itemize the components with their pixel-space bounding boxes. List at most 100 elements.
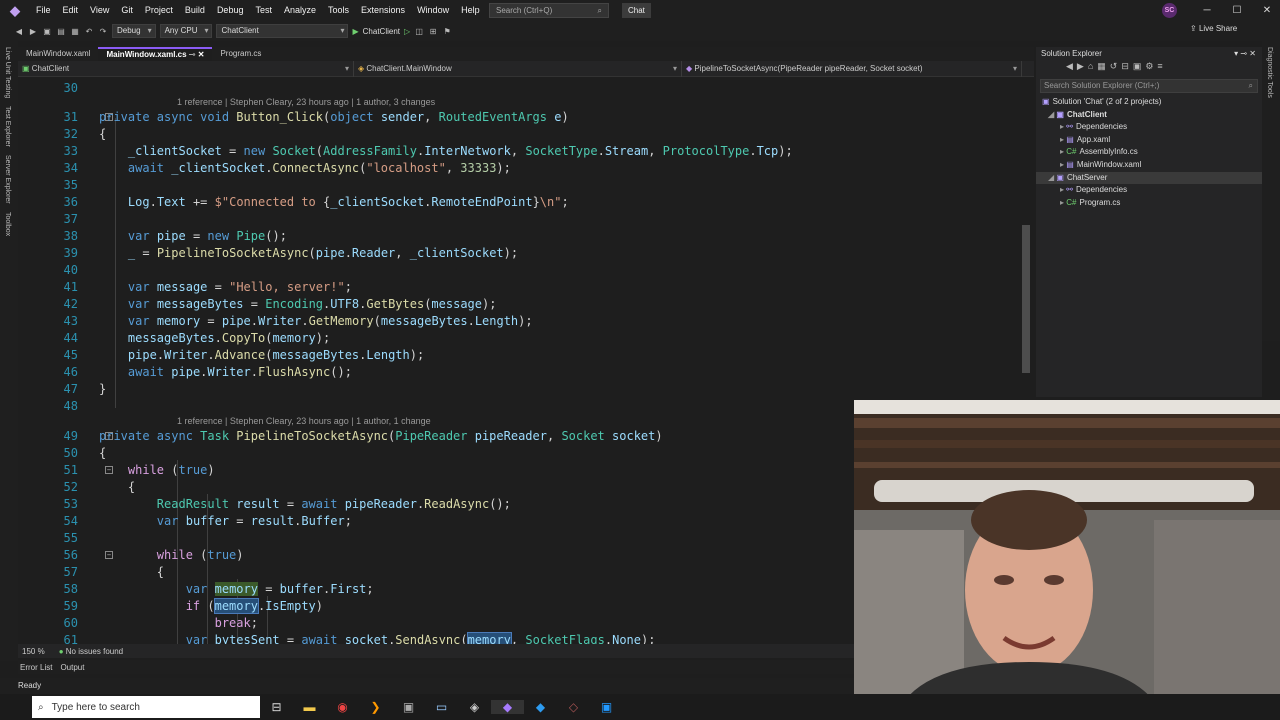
toolbar-icon[interactable]: ⊞ bbox=[428, 27, 438, 36]
tree-node-mainwindow-xaml[interactable]: ▸ ▤ MainWindow.xaml bbox=[1036, 159, 1262, 172]
tab-mainwindow-xaml-cs[interactable]: MainWindow.xaml.cs ⊸ ✕ bbox=[98, 47, 213, 61]
node-label: ChatServer bbox=[1066, 172, 1108, 182]
menu-item-window[interactable]: Window bbox=[411, 0, 455, 21]
menu-item-test[interactable]: Test bbox=[249, 0, 278, 21]
menu-item-build[interactable]: Build bbox=[179, 0, 211, 21]
member-dropdown[interactable]: ◆ PipelineToSocketAsync(PipeReader pipeR… bbox=[682, 61, 1022, 77]
code-line-31: 31− private async void Button_Click(objec… bbox=[63, 110, 569, 124]
tab-error-list[interactable]: Error List bbox=[20, 663, 52, 672]
back-icon[interactable]: ◀ bbox=[14, 27, 24, 36]
tab-mainwindow-xaml[interactable]: MainWindow.xaml bbox=[18, 47, 98, 61]
code-line-33: 33 _clientSocket = new Socket(AddressFam… bbox=[63, 144, 793, 158]
new-item-icon[interactable]: ▣ bbox=[42, 27, 52, 36]
minimize-icon[interactable]: ─ bbox=[1192, 0, 1222, 21]
status-ready: Ready bbox=[0, 678, 854, 694]
save-icon[interactable]: ▦ bbox=[70, 27, 80, 36]
app-icon[interactable]: ❯ bbox=[359, 700, 392, 714]
search-icon: ⌕ bbox=[38, 701, 44, 713]
tree-node-chatclient[interactable]: ◢ ▣ ChatClient bbox=[1036, 109, 1262, 122]
tool-tab-live-unit-testing[interactable]: Live Unit Testing bbox=[4, 47, 11, 98]
avatar[interactable]: SC bbox=[1162, 3, 1177, 18]
solution-explorer-toolbar[interactable]: ◀▶⌂▦↺⊟▣⚙≡ bbox=[1036, 61, 1262, 77]
startup-project-select[interactable]: ChatClient bbox=[216, 24, 349, 38]
zoom-level[interactable]: 150 % bbox=[22, 647, 45, 656]
tool-tab-server-explorer[interactable]: Server Explorer bbox=[4, 155, 11, 204]
menu-item-project[interactable]: Project bbox=[139, 0, 179, 21]
remote-desktop-icon[interactable]: ▣ bbox=[590, 700, 623, 714]
tool-tab-toolbox[interactable]: Toolbox bbox=[4, 212, 11, 236]
tree-node-app-xaml[interactable]: ▸ ▤ App.xaml bbox=[1036, 134, 1262, 147]
tree-node-program-cs[interactable]: ▸ C# Program.cs bbox=[1036, 197, 1262, 210]
play-icon[interactable]: ▶ bbox=[352, 27, 358, 36]
platform-select[interactable]: Any CPU bbox=[159, 24, 213, 38]
webcam-overlay bbox=[854, 400, 1280, 720]
code-line-42: 42 var messageBytes = Encoding.UTF8.GetB… bbox=[63, 297, 497, 311]
live-share-button[interactable]: ⇪ Live Share bbox=[1190, 24, 1237, 33]
bookmark-icon[interactable]: ⚑ bbox=[442, 27, 452, 36]
type-dropdown[interactable]: ◈ ChatClient.MainWindow bbox=[354, 61, 682, 77]
app-icon[interactable]: ◇ bbox=[557, 700, 590, 714]
tab-output[interactable]: Output bbox=[60, 663, 84, 672]
terminal-icon[interactable]: ▭ bbox=[425, 700, 458, 714]
tree-node-solution[interactable]: ▣ Solution 'Chat' (2 of 2 projects) bbox=[1036, 96, 1262, 109]
search-input[interactable]: Search (Ctrl+Q) ⌕ bbox=[489, 3, 609, 18]
tab-program-cs[interactable]: Program.cs bbox=[212, 47, 269, 61]
panel-close-icon[interactable]: ▾ ⊸ ✕ bbox=[1234, 47, 1256, 61]
windows-taskbar: ⌕ Type here to search ⊟ ▬ ◉ ❯ ▣ ▭ ◈ ◆ ◆ ◇… bbox=[0, 694, 1280, 720]
maximize-icon[interactable]: ☐ bbox=[1222, 0, 1252, 21]
solution-icon: ▣ bbox=[1042, 97, 1050, 106]
project-label: ChatClient bbox=[31, 64, 70, 73]
solution-search-placeholder: Search Solution Explorer (Ctrl+;) bbox=[1044, 81, 1160, 90]
open-icon[interactable]: ▤ bbox=[56, 27, 66, 36]
code-line-47: 47} bbox=[63, 382, 107, 396]
menu-item-git[interactable]: Git bbox=[115, 0, 139, 21]
node-label: Program.cs bbox=[1079, 197, 1121, 207]
forward-icon[interactable]: ▶ bbox=[28, 27, 38, 36]
menu-item-debug[interactable]: Debug bbox=[211, 0, 250, 21]
node-label: App.xaml bbox=[1076, 134, 1111, 144]
menu-item-analyze[interactable]: Analyze bbox=[278, 0, 322, 21]
chat-button[interactable]: Chat bbox=[622, 3, 651, 18]
close-icon[interactable]: ✕ bbox=[1252, 0, 1280, 21]
vscode-icon[interactable]: ◆ bbox=[524, 700, 557, 714]
toolbar-icon[interactable]: ◫ bbox=[414, 27, 424, 36]
issues-label: No issues found bbox=[65, 646, 124, 656]
tree-node-chatserver[interactable]: ◢ ▣ ChatServer bbox=[1036, 171, 1262, 185]
app-icon[interactable]: ▣ bbox=[392, 700, 425, 714]
menu-item-file[interactable]: File bbox=[30, 0, 57, 21]
app-icon[interactable]: ◈ bbox=[458, 700, 491, 714]
chrome-icon[interactable]: ◉ bbox=[326, 700, 359, 714]
run-button-label[interactable]: ChatClient bbox=[363, 27, 400, 36]
task-view-icon[interactable]: ⊟ bbox=[260, 700, 293, 714]
live-share-label: Live Share bbox=[1198, 24, 1238, 33]
config-select[interactable]: Debug bbox=[112, 24, 156, 38]
tool-tab-test-explorer[interactable]: Test Explorer bbox=[4, 106, 11, 147]
menu-item-view[interactable]: View bbox=[84, 0, 115, 21]
menu-item-tools[interactable]: Tools bbox=[322, 0, 355, 21]
node-label: Solution 'Chat' (2 of 2 projects) bbox=[1052, 97, 1162, 106]
tool-tab-diagnostic-tools[interactable]: Diagnostic Tools bbox=[1266, 47, 1273, 98]
project-dropdown[interactable]: ▣ ChatClient bbox=[18, 61, 354, 77]
issues-indicator[interactable]: ● No issues found bbox=[59, 647, 123, 656]
menu-item-edit[interactable]: Edit bbox=[57, 0, 85, 21]
code-line-39: 39 _ = PipelineToSocketAsync(pipe.Reader… bbox=[63, 246, 519, 260]
pin-icon[interactable]: ⊸ bbox=[189, 50, 196, 59]
member-label: PipelineToSocketAsync(PipeReader pipeRea… bbox=[694, 64, 923, 73]
menu-item-extensions[interactable]: Extensions bbox=[355, 0, 411, 21]
solution-search-input[interactable]: Search Solution Explorer (Ctrl+;) ⌕ bbox=[1040, 79, 1258, 93]
close-tab-icon[interactable]: ✕ bbox=[198, 50, 205, 59]
code-line-41: 41 var message = "Hello, server!"; bbox=[63, 280, 352, 294]
menu-item-help[interactable]: Help bbox=[455, 0, 486, 21]
tree-node-assemblyinfo[interactable]: ▸ C# AssemblyInfo.cs bbox=[1036, 146, 1262, 159]
taskbar-search-input[interactable]: ⌕ Type here to search bbox=[32, 696, 260, 718]
redo-icon[interactable]: ↷ bbox=[98, 27, 108, 36]
undo-icon[interactable]: ↶ bbox=[84, 27, 94, 36]
run-without-debug-icon[interactable]: ▷ bbox=[404, 27, 410, 36]
solution-explorer-title: Solution Explorer ▾ ⊸ ✕ bbox=[1036, 47, 1262, 61]
tree-node-dependencies[interactable]: ▸ ⚯ Dependencies bbox=[1036, 184, 1262, 197]
code-line-45: 45 pipe.Writer.Advance(messageBytes.Leng… bbox=[63, 348, 425, 362]
scrollbar-thumb[interactable] bbox=[1022, 225, 1030, 373]
tree-node-dependencies[interactable]: ▸ ⚯ Dependencies bbox=[1036, 121, 1262, 134]
file-explorer-icon[interactable]: ▬ bbox=[293, 700, 326, 714]
visual-studio-icon[interactable]: ◆ bbox=[491, 700, 524, 714]
